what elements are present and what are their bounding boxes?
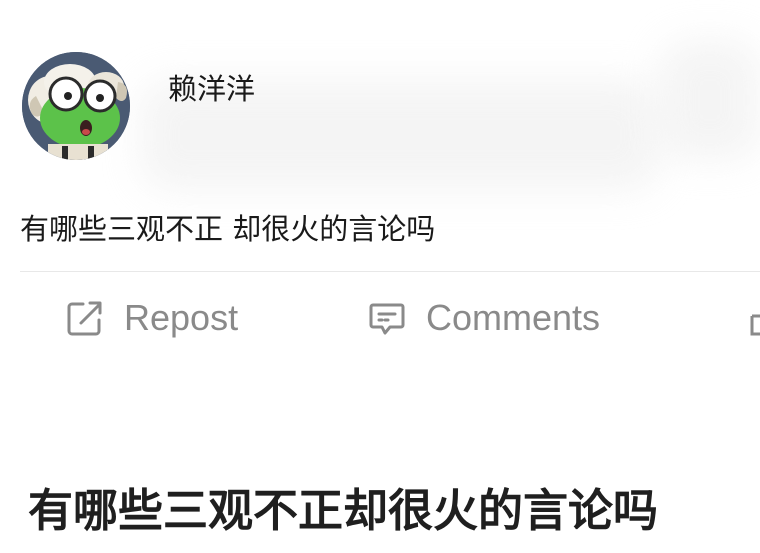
comments-label: Comments xyxy=(426,297,601,338)
author-name[interactable]: 赖洋洋 xyxy=(168,66,255,108)
headline: 有哪些三观不正却很火的言论吗 xyxy=(28,484,659,537)
comments-button[interactable]: Comments xyxy=(368,296,600,340)
comment-bubble-icon xyxy=(368,299,406,337)
divider xyxy=(20,271,760,272)
frog-sheep-avatar-icon xyxy=(22,52,130,160)
repost-button[interactable]: Repost xyxy=(66,296,238,340)
edit-square-icon xyxy=(66,299,104,337)
blurred-background xyxy=(660,40,760,160)
avatar[interactable] xyxy=(22,52,130,160)
like-button[interactable] xyxy=(749,310,760,336)
repost-label: Repost xyxy=(124,297,239,338)
like-icon xyxy=(750,314,760,336)
post-text: 有哪些三观不正 却很火的言论吗 xyxy=(20,212,436,246)
